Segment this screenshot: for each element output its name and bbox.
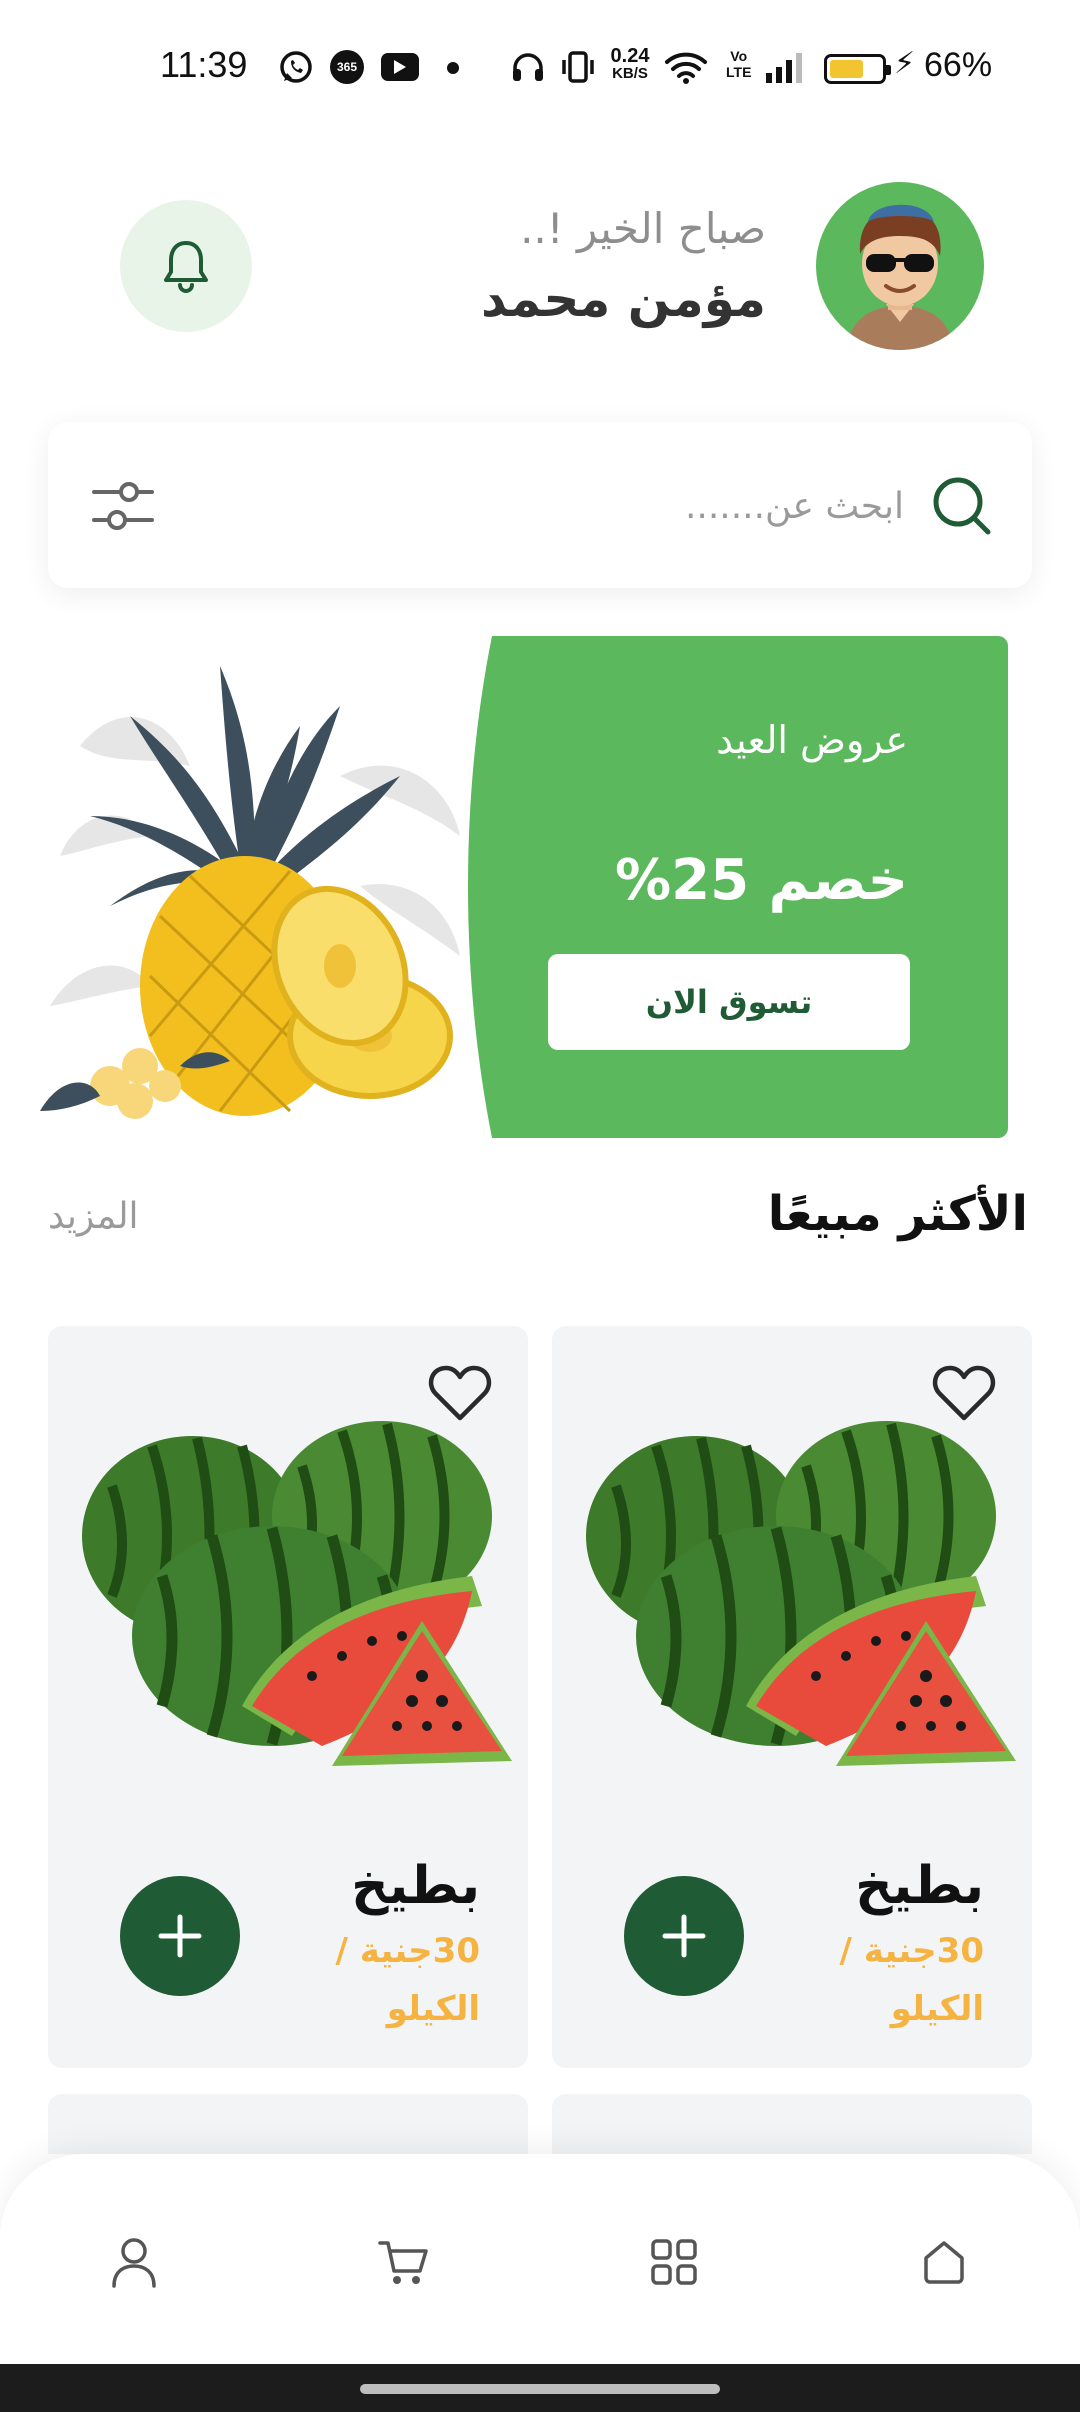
product-name: بطيخ [351, 1856, 480, 1916]
filter-icon[interactable] [90, 476, 156, 536]
search-icon[interactable] [930, 474, 994, 538]
bell-icon [164, 241, 208, 293]
more-link[interactable]: المزيد [48, 1196, 139, 1237]
battery-percent: 66% [924, 46, 993, 84]
search-bar [48, 422, 1032, 588]
nav-categories[interactable] [644, 2232, 704, 2292]
best-sellers-title: الأكثر مبيعًا [767, 1186, 1028, 1242]
product-price: 30جنية / الكيلو [335, 1931, 480, 2029]
home-icon [924, 2241, 964, 2284]
volte-label-bottom: LTE [726, 64, 752, 80]
nav-cart[interactable] [374, 2232, 434, 2292]
notification-button[interactable] [120, 200, 252, 332]
wifi-icon [664, 50, 708, 84]
greeting-text: صباح الخير !.. [520, 204, 766, 253]
app-365-icon: 365 [330, 50, 364, 84]
dot-icon [447, 62, 459, 74]
product-image-watermelon [586, 1421, 1016, 1766]
volte-label-top: Vo [730, 48, 748, 64]
nav-profile[interactable] [104, 2232, 164, 2292]
battery-level [830, 60, 863, 78]
youtube-icon [381, 53, 419, 81]
categories-icon [651, 2239, 697, 2285]
signal-icon [764, 50, 804, 84]
gesture-handle[interactable] [360, 2384, 720, 2394]
avatar-icon [846, 204, 954, 350]
system-gesture-bar [0, 2364, 1080, 2412]
headphones-icon [510, 50, 546, 84]
product-price: 30جنية / الكيلو [839, 1931, 984, 2029]
pineapple-image [40, 666, 460, 1119]
product-name: بطيخ [855, 1856, 984, 1916]
network-speed: 0.24 KB/S [604, 46, 656, 82]
product-card-partial [552, 2094, 1032, 2154]
user-name: مؤمن محمد [480, 270, 766, 328]
banner-subtitle: عروض العيد [716, 718, 908, 762]
status-bar: 11:39 365 0.24 KB/S Vo LTE ⚡ 66% [0, 0, 1080, 130]
charging-icon: ⚡ [894, 46, 916, 81]
volte-icon: Vo LTE [726, 48, 751, 80]
product-card[interactable]: بطيخ 30جنية / الكيلو [552, 1326, 1032, 2068]
add-to-cart-button[interactable] [624, 1876, 744, 1996]
plus-icon [158, 1914, 202, 1958]
product-card[interactable]: بطيخ 30جنية / الكيلو [48, 1326, 528, 2068]
banner-title: خصم 25% [615, 848, 908, 913]
status-time: 11:39 [160, 44, 248, 85]
avatar[interactable] [816, 182, 984, 350]
network-speed-value: 0.24 [610, 45, 650, 67]
whatsapp-icon [278, 50, 314, 84]
add-to-cart-button[interactable] [120, 1876, 240, 1996]
nav-home[interactable] [914, 2232, 974, 2292]
shop-now-button[interactable]: تسوق الان [548, 954, 910, 1050]
promo-banner[interactable]: عروض العيد خصم 25% تسوق الان [40, 636, 1008, 1138]
network-speed-unit: KB/S [612, 65, 648, 82]
bottom-navigation [0, 2154, 1080, 2364]
profile-icon [112, 2238, 156, 2288]
product-image-watermelon [82, 1421, 512, 1766]
search-input[interactable] [344, 474, 904, 538]
plus-icon [662, 1914, 706, 1958]
battery-icon [824, 54, 891, 84]
vibrate-icon [560, 50, 596, 84]
product-card-partial [48, 2094, 528, 2154]
cart-icon [378, 2241, 428, 2284]
